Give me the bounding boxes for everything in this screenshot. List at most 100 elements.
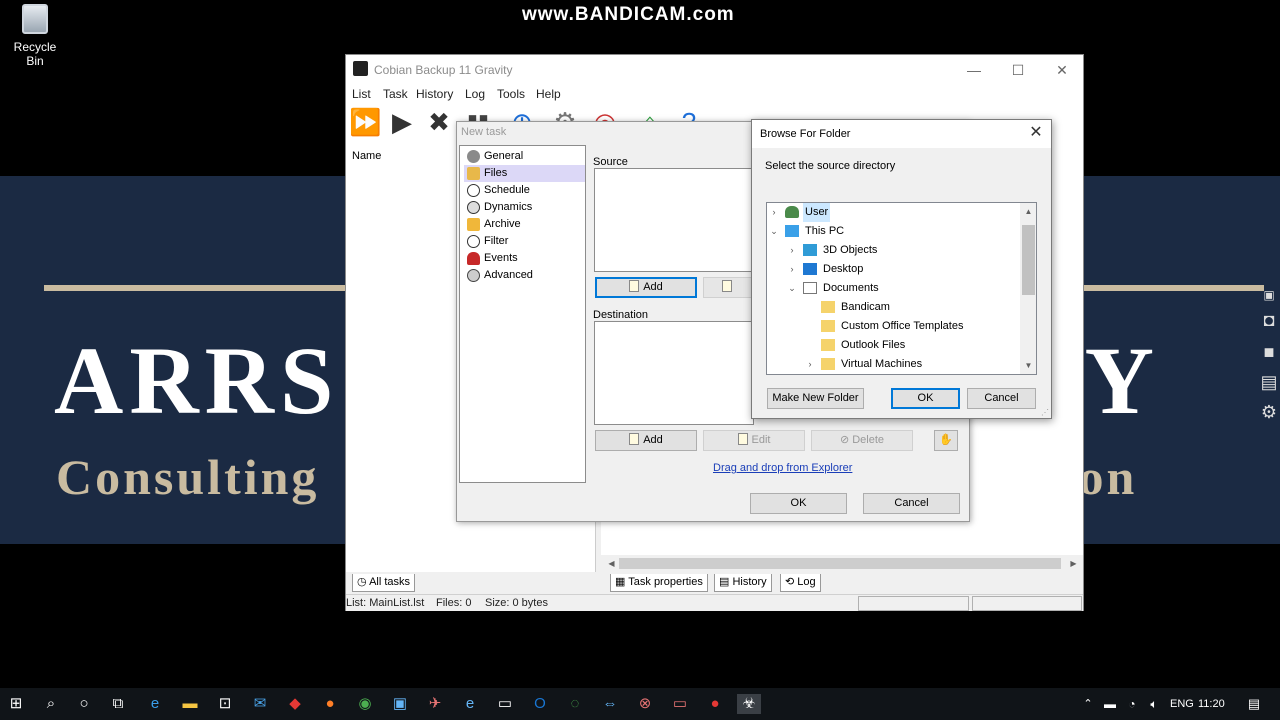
source-list[interactable] — [594, 168, 754, 272]
minimize-button[interactable]: — — [952, 59, 996, 81]
whatsapp-icon[interactable]: ◌ — [565, 694, 585, 714]
destination-delete-button[interactable]: ⊘ Delete — [811, 430, 913, 451]
tree-item-desktop[interactable]: › Desktop — [767, 260, 1019, 279]
scroll-down-icon[interactable]: ▼ — [1020, 357, 1036, 374]
task-view-icon[interactable]: ⧉ — [108, 694, 128, 714]
expand-chevron-icon[interactable]: › — [769, 203, 779, 222]
destination-add-button[interactable]: Add — [595, 430, 697, 451]
maximize-button[interactable]: ☐ — [996, 59, 1040, 81]
tree-item-3d-objects[interactable]: › 3D Objects — [767, 241, 1019, 260]
edge-icon[interactable]: e — [145, 694, 165, 714]
tab-log[interactable]: ⟲ Log — [780, 574, 821, 592]
browse-close-button[interactable]: ✕ — [1026, 123, 1046, 143]
menu-tools[interactable]: Tools — [497, 87, 525, 101]
tree-item-outlook-files[interactable]: Outlook Files — [767, 336, 1019, 355]
tab-task-properties[interactable]: ▦ Task properties — [610, 574, 708, 592]
drag-drop-link[interactable]: Drag and drop from Explorer — [713, 462, 852, 474]
tree-item-bandicam[interactable]: Bandicam — [767, 298, 1019, 317]
expand-icon[interactable]: ▣ — [1258, 288, 1280, 310]
camera-icon[interactable]: ◘ — [1258, 310, 1280, 332]
tree-vertical-scrollbar[interactable]: ▲ ▼ — [1020, 203, 1036, 374]
name-column-header[interactable]: Name — [352, 150, 381, 162]
folder-tree[interactable]: › User ⌄ This PC › 3D Objects › Desktop … — [766, 202, 1037, 375]
hand-tool-button[interactable]: ✋ — [934, 430, 958, 451]
notepad-icon[interactable]: ▭ — [495, 694, 515, 714]
nav-filter[interactable]: Filter — [464, 233, 585, 250]
scroll-up-icon[interactable]: ▲ — [1020, 203, 1036, 220]
notifications-icon[interactable]: ▤ — [1244, 694, 1264, 714]
tab-all-tasks[interactable]: ◷ All tasks — [352, 574, 416, 592]
image-icon[interactable]: ▤ — [1258, 372, 1280, 394]
browse-ok-button[interactable]: OK — [891, 388, 960, 409]
remote-desktop-icon[interactable]: ▣ — [390, 694, 410, 714]
expand-chevron-icon[interactable]: › — [787, 260, 797, 279]
menu-help[interactable]: Help — [536, 87, 561, 101]
cortana-icon[interactable]: ○ — [74, 694, 94, 714]
nav-events[interactable]: Events — [464, 250, 585, 267]
menu-list[interactable]: List — [352, 87, 371, 101]
wifi-icon[interactable]: ◔ — [1122, 694, 1142, 714]
video-icon[interactable]: ■ — [1258, 342, 1280, 364]
clock[interactable]: 11:20 — [1198, 698, 1225, 710]
collapse-chevron-icon[interactable]: ⌄ — [787, 279, 797, 298]
store-icon[interactable]: ⊡ — [215, 694, 235, 714]
recycle-bin[interactable]: Recycle Bin — [4, 4, 66, 68]
scroll-right-icon[interactable]: ▶ — [1065, 555, 1082, 572]
search-icon[interactable]: ⌕ — [41, 694, 61, 714]
nav-files[interactable]: Files — [464, 165, 585, 182]
language-indicator[interactable]: ENG — [1170, 698, 1194, 710]
file-explorer-icon[interactable]: ▬ — [180, 694, 200, 714]
make-new-folder-button[interactable]: Make New Folder — [767, 388, 864, 409]
record-icon[interactable]: ● — [705, 694, 725, 714]
expand-chevron-icon[interactable]: › — [805, 355, 815, 374]
firefox-icon[interactable]: ● — [320, 694, 340, 714]
close-button[interactable]: ✕ — [1040, 59, 1084, 81]
volume-icon[interactable]: 🔈︎ — [1144, 694, 1164, 714]
menu-history[interactable]: History — [416, 87, 453, 101]
presentation-icon[interactable]: ▭ — [670, 694, 690, 714]
tree-item-user[interactable]: › User — [767, 203, 1019, 222]
tab-history[interactable]: ▤ History — [714, 574, 772, 592]
resize-grip-icon[interactable]: ⋰ — [1041, 408, 1051, 418]
new-task-ok-button[interactable]: OK — [750, 493, 847, 514]
scrollbar-thumb[interactable] — [619, 558, 1061, 569]
browse-cancel-button[interactable]: Cancel — [967, 388, 1036, 409]
destination-edit-button[interactable]: Edit — [703, 430, 805, 451]
tree-item-documents[interactable]: ⌄ Documents — [767, 279, 1019, 298]
tray-chevron-icon[interactable]: ⌃ — [1078, 694, 1098, 714]
ie-icon[interactable]: e — [460, 694, 480, 714]
outlook-icon[interactable]: O — [530, 694, 550, 714]
expand-chevron-icon[interactable]: › — [787, 241, 797, 260]
tray-app-icon[interactable]: ▬ — [1100, 694, 1120, 714]
chrome-icon[interactable]: ◉ — [355, 694, 375, 714]
nav-schedule[interactable]: Schedule — [464, 182, 585, 199]
menu-log[interactable]: Log — [465, 87, 485, 101]
collapse-chevron-icon[interactable]: ⌄ — [769, 222, 779, 241]
nav-general[interactable]: General — [464, 148, 585, 165]
new-task-cancel-button[interactable]: Cancel — [863, 493, 960, 514]
app-x-icon[interactable]: ⊗ — [635, 694, 655, 714]
cancel-icon[interactable]: ✖ — [424, 108, 454, 136]
app-red-icon[interactable]: ◆ — [285, 694, 305, 714]
tree-item-custom-office-templates[interactable]: Custom Office Templates — [767, 317, 1019, 336]
teamviewer-icon[interactable]: ⇔ — [600, 694, 620, 714]
cobian-taskbar-icon[interactable]: ☣ — [737, 694, 761, 714]
source-add-button[interactable]: Add — [595, 277, 697, 298]
tree-item-virtual-machines[interactable]: › Virtual Machines — [767, 355, 1019, 374]
destination-list[interactable] — [594, 321, 754, 425]
tree-scrollbar-thumb[interactable] — [1022, 225, 1035, 295]
run-all-icon[interactable]: ⏩ — [349, 108, 381, 136]
run-icon[interactable]: ▶ — [387, 108, 417, 136]
nav-dynamics[interactable]: Dynamics — [464, 199, 585, 216]
source-edit-button[interactable] — [703, 277, 754, 298]
app-bird-icon[interactable]: ✈ — [425, 694, 445, 714]
scroll-left-icon[interactable]: ◀ — [603, 555, 620, 572]
menu-task[interactable]: Task — [383, 87, 408, 101]
nav-archive[interactable]: Archive — [464, 216, 585, 233]
mail-icon[interactable]: ✉ — [250, 694, 270, 714]
tree-item-this-pc[interactable]: ⌄ This PC — [767, 222, 1019, 241]
horizontal-scrollbar[interactable]: ◀ ▶ — [601, 555, 1083, 572]
settings-gear-icon[interactable]: ⚙ — [1258, 402, 1280, 424]
start-windows-icon[interactable]: ⊞ — [6, 694, 26, 714]
nav-advanced[interactable]: Advanced — [464, 267, 585, 284]
